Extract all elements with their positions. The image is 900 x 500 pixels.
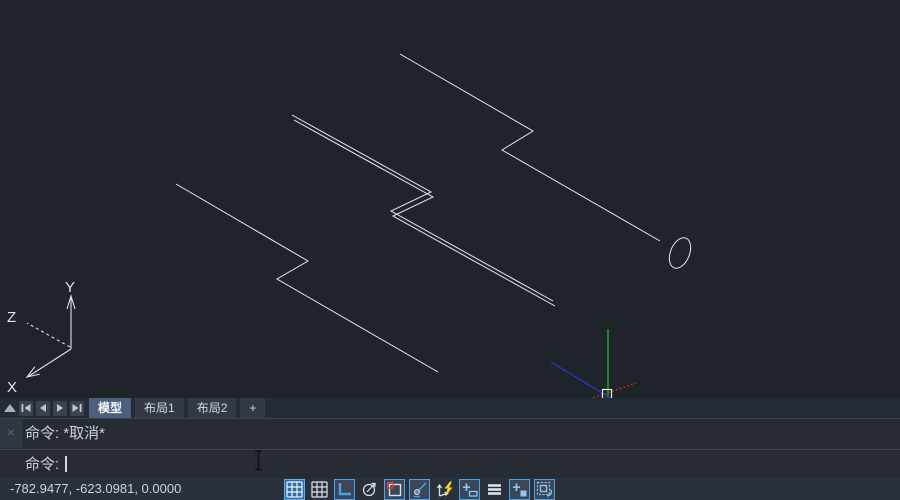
origin-axes-icon [551,329,636,398]
last-tab-button[interactable] [70,401,84,416]
previous-tab-button[interactable] [36,401,50,416]
ucs-y-label: Y [65,279,75,296]
lineweight-display-icon[interactable] [484,479,505,500]
chevron-right-icon [54,403,66,413]
command-prompt-label: 命令: [25,453,59,474]
zigzag-polyline-top[interactable] [400,54,660,241]
ucs-z-label: Z [7,309,16,326]
coordinates-readout[interactable]: -782.9477, -623.0981, 0.0000 [10,478,181,500]
close-icon[interactable]: × [0,419,22,448]
last-tab-icon [71,403,83,413]
object-snap-icon[interactable] [384,479,405,500]
polar-tracking-icon[interactable] [359,479,380,500]
ucs-axes-icon: X Y Z [7,279,75,396]
layout-tabs: 模型布局1布局2+ [89,398,269,418]
double-polyline-inner[interactable] [294,120,555,306]
next-tab-button[interactable] [53,401,67,416]
tab-layout1[interactable]: 布局1 [135,398,184,418]
status-bar: -782.9477, -623.0981, 0.0000 [0,478,900,500]
zigzag-polyline-bottom[interactable] [176,184,438,372]
tab-layout2[interactable]: 布局2 [188,398,237,418]
command-input-line[interactable]: 命令: [25,450,67,477]
ellipse-entity[interactable] [665,235,695,272]
text-caret [65,456,67,472]
first-tab-icon [20,403,32,413]
snap-grid-icon[interactable] [284,479,305,500]
tab-model[interactable]: 模型 [89,398,131,418]
ibeam-cursor-icon [254,449,264,472]
cad-application-window: X Y Z [0,0,900,500]
status-toggle-group [284,478,555,500]
expand-tabbar-button[interactable] [3,400,17,416]
triangle-up-icon [4,404,16,412]
grid-display-icon[interactable] [309,479,330,500]
layout-tab-bar: 模型布局1布局2+ [0,398,900,418]
first-tab-button[interactable] [19,401,33,416]
command-window[interactable]: × 命令: *取消* 命令: [0,418,900,478]
command-divider [0,449,900,450]
annotation-monitor-icon[interactable] [534,479,555,500]
object-snap-tracking-icon[interactable] [409,479,430,500]
ortho-mode-icon[interactable] [334,479,355,500]
lineweight-icon[interactable] [459,479,480,500]
command-gutter: × [0,419,22,448]
drawing-canvas[interactable]: X Y Z [0,0,900,398]
new-layout-tab-button[interactable]: + [240,398,265,418]
dynamic-input-icon[interactable] [434,479,455,500]
ucs-x-label: X [7,379,17,396]
quick-properties-icon[interactable] [509,479,530,500]
command-history-line: 命令: *取消* [25,419,105,448]
chevron-left-icon [37,403,49,413]
